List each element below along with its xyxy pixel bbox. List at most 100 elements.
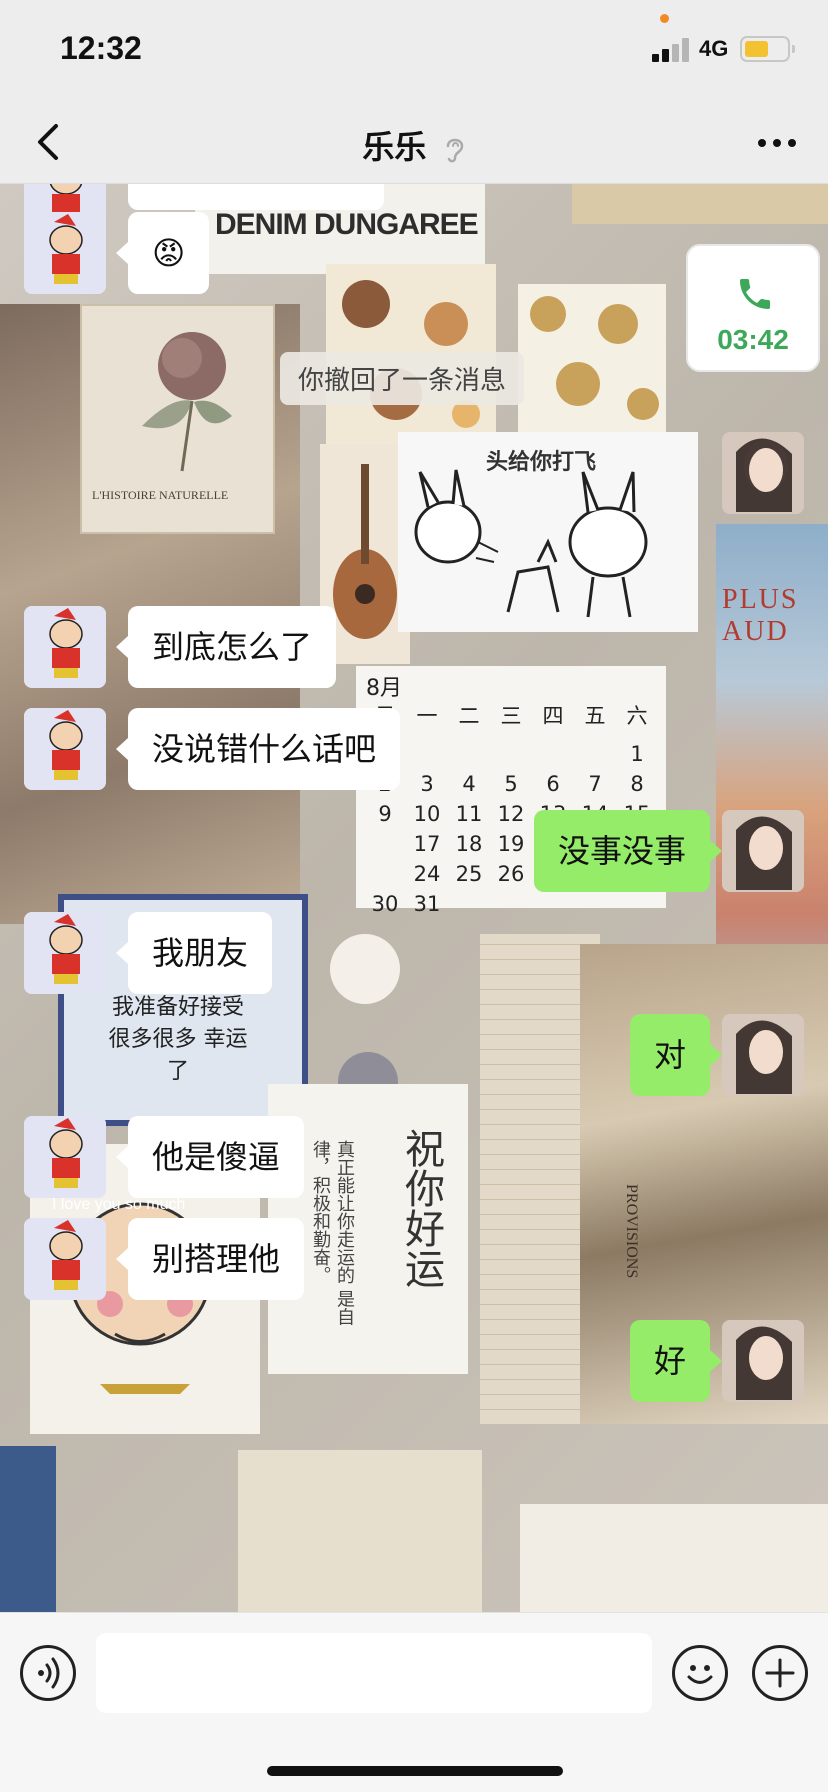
calendar-cell: 一 (416, 704, 438, 728)
calendar-cell: 4 (462, 772, 476, 796)
calendar-cell: 六 (626, 704, 648, 728)
more-options-button[interactable] (752, 128, 802, 158)
bunny-sticker-illustration (414, 469, 648, 618)
voice-call-record[interactable]: 03:42 (686, 244, 820, 372)
emoji-button[interactable] (672, 1645, 728, 1701)
calendar-cell: 9 (378, 802, 392, 826)
tan-card-top-right (572, 184, 828, 224)
bear-card (238, 1450, 482, 1612)
contact-avatar[interactable] (24, 912, 106, 994)
calendar-cell: 8 (630, 772, 644, 796)
cartoon-avatar-icon (24, 912, 106, 994)
user-photo-icon (722, 810, 804, 892)
calendar-cell: 3 (420, 772, 434, 796)
recalled-message-notice: 你撤回了一条消息 (280, 352, 525, 405)
luck-card-body: 真正能让你走运的 是自律，积极和勤奋。 (310, 1140, 355, 1326)
contact-avatar[interactable] (24, 606, 106, 688)
incoming-message-bubble[interactable]: 没说错什么话吧 (115, 708, 401, 790)
denim-card-text: DENIM DUNGAREE (215, 208, 479, 241)
smiley-icon (687, 1665, 713, 1684)
status-bar: 12:32 4G (0, 0, 828, 100)
calendar-cell: 17 (413, 832, 441, 856)
plus-icon (765, 1658, 795, 1688)
incoming-message-bubble[interactable]: 他是傻逼 (115, 1116, 305, 1198)
provisions-text: PROVISIONS (623, 1184, 640, 1279)
botanical-card-text: L'HISTOIRE NATURELLE (92, 488, 229, 502)
contact-avatar[interactable] (24, 212, 106, 294)
calendar-month: 8月 (366, 676, 402, 701)
incoming-message-bubble[interactable]: 我朋友 (115, 912, 273, 994)
user-photo-icon (722, 1320, 804, 1402)
outgoing-message-bubble[interactable]: 没事没事 (533, 810, 723, 892)
phone-icon (740, 279, 770, 309)
contact-avatar[interactable] (24, 1116, 106, 1198)
more-dots-icon (758, 139, 796, 147)
chat-title: 乐乐 (0, 122, 828, 168)
outgoing-message-bubble[interactable]: 好 (629, 1320, 723, 1402)
message-input[interactable] (96, 1633, 652, 1713)
voice-input-button[interactable] (20, 1645, 76, 1701)
user-photo-icon (722, 1014, 804, 1096)
chat-input-bar (0, 1612, 828, 1792)
cut-off-bubble (128, 184, 384, 210)
privacy-indicator-dot (660, 14, 669, 23)
battery-icon (740, 36, 795, 62)
outgoing-message-bubble[interactable]: 对 (629, 1014, 723, 1096)
calendar-cell: 二 (458, 704, 480, 728)
note-card-text: 我准备好接受 很多很多 幸运了 (108, 995, 248, 1084)
calendar-cell: 26 (497, 862, 525, 886)
calendar-cell: 1 (630, 742, 644, 766)
blue-card-bottom-left (0, 1446, 56, 1612)
more-functions-button[interactable] (752, 1645, 808, 1701)
sticker-message[interactable]: 头给你打飞 (398, 432, 698, 632)
cartoon-avatar-icon (24, 212, 106, 294)
signal-strength-icon (652, 38, 692, 62)
my-avatar[interactable] (722, 1320, 804, 1402)
cartoon-avatar-icon (24, 1116, 106, 1198)
ear-icon (446, 138, 463, 163)
calendar-cell: 10 (413, 802, 441, 826)
status-time: 12:32 (60, 30, 142, 66)
contact-avatar[interactable] (24, 1218, 106, 1300)
my-avatar[interactable] (722, 810, 804, 892)
contact-name: 乐乐 (362, 128, 427, 166)
contact-avatar[interactable] (24, 708, 106, 790)
incoming-message-bubble[interactable]: 别搭理他 (115, 1218, 305, 1300)
plus-card-text: PLUS AUD (722, 584, 799, 647)
calendar-cell: 11 (455, 802, 483, 826)
luck-card-title: 祝你好运 (398, 1128, 444, 1288)
cartoon-avatar-icon (24, 1218, 106, 1300)
my-avatar[interactable] (722, 1014, 804, 1096)
calendar-cell: 6 (546, 772, 560, 796)
network-type: 4G (699, 36, 729, 61)
bunny-sticker (330, 934, 400, 1004)
home-indicator (267, 1766, 563, 1776)
calendar-cell: 7 (588, 772, 602, 796)
calendar-cell: 31 (413, 892, 441, 916)
love-text: I love you so much (52, 1196, 186, 1213)
emoji-message-bubble[interactable]: 😡 (115, 212, 210, 294)
call-duration: 03:42 (717, 324, 789, 355)
calendar-cell: 12 (497, 802, 525, 826)
cartoon-avatar-icon (24, 606, 106, 688)
cream-card-bottom-right (520, 1504, 828, 1612)
calendar-cell: 三 (500, 704, 522, 728)
user-photo-icon (722, 432, 804, 514)
calendar-cell: 30 (371, 892, 399, 916)
calendar-cell: 五 (584, 704, 606, 728)
botanical-card: L'HISTOIRE NATURELLE (80, 304, 275, 534)
calendar-cell: 5 (504, 772, 518, 796)
calendar-cell: 18 (455, 832, 483, 856)
calendar-cell: 25 (455, 862, 483, 886)
my-avatar[interactable] (722, 432, 804, 514)
calendar-cell: 24 (413, 862, 441, 886)
rose-illustration (142, 332, 232, 472)
chat-message-list[interactable]: L'HISTOIRE NATURELLE DENIM DUNGAREE PLUS… (0, 184, 828, 1612)
calendar-cell: 四 (542, 704, 564, 728)
polka-dot-pattern (530, 296, 659, 420)
calendar-cell: 19 (497, 832, 525, 856)
incoming-message-bubble[interactable]: 到底怎么了 (115, 606, 337, 688)
chat-header: 乐乐 (0, 100, 828, 184)
cartoon-avatar-icon (24, 708, 106, 790)
voice-wave-icon (38, 1657, 60, 1689)
